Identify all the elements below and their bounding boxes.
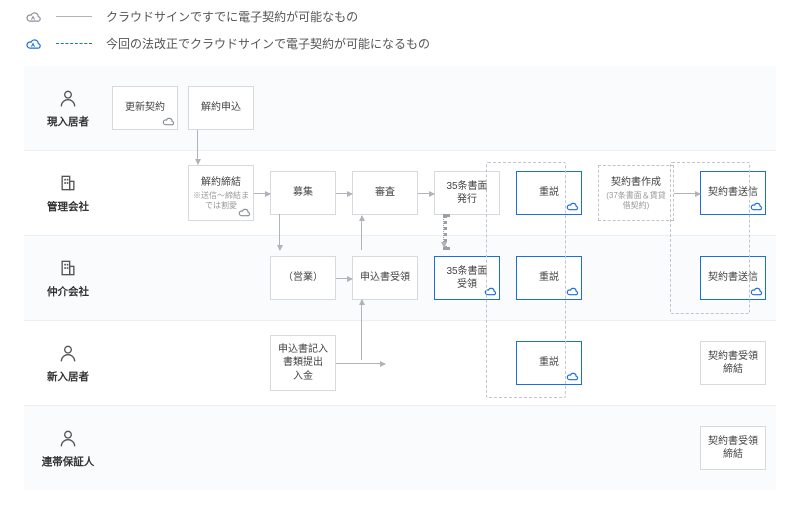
node-app-entry: 申込書記入 書類提出 入金 bbox=[270, 335, 336, 391]
person-icon bbox=[58, 428, 78, 448]
role-new-resident: 新入居者 bbox=[24, 343, 112, 384]
cloud-sign-icon-gray bbox=[237, 207, 251, 218]
node-art35-issue: 35条書面 発行 bbox=[434, 171, 500, 215]
cloud-sign-icon-blue bbox=[565, 286, 579, 297]
legend: クラウドサインですでに電子契約が可能なもの 今回の法改正でクラウドサインで電子契… bbox=[0, 0, 800, 66]
cloud-sign-icon-blue bbox=[749, 286, 763, 297]
row-new-resident: 新入居者 申込書記入 書類提出 入金 重説 契約書受領 締結 bbox=[24, 320, 776, 405]
node-cancel-conclude: 解約締結 ※送信〜締結までは割愛 bbox=[188, 165, 254, 221]
node-sales: （営業） bbox=[270, 256, 336, 300]
role-current-resident-label: 現入居者 bbox=[47, 114, 89, 129]
row-brokerage-company: 仲介会社 （営業） 申込書受領 35条書面 受領 重説 契約書送信 bbox=[24, 235, 776, 320]
role-brokerage-label: 仲介会社 bbox=[47, 284, 89, 299]
node-art35-receive: 35条書面 受領 bbox=[434, 256, 500, 300]
cloud-sign-icon-blue bbox=[565, 371, 579, 382]
cloud-sign-icon-blue bbox=[483, 286, 497, 297]
building-icon bbox=[58, 258, 78, 278]
node-recruit: 募集 bbox=[270, 171, 336, 215]
legend-gray-label: クラウドサインですでに電子契約が可能なもの bbox=[106, 8, 358, 25]
role-management-company: 管理会社 bbox=[24, 173, 112, 214]
node-contract-create: 契約書作成 (37条書面＆賃貸借契約) bbox=[598, 165, 674, 221]
cloud-sign-icon-gray bbox=[161, 116, 175, 127]
cloud-sign-icon-blue bbox=[24, 37, 42, 51]
arrow bbox=[674, 193, 700, 194]
node-juusetsu-new: 重説 bbox=[516, 341, 582, 385]
legend-row-blue: 今回の法改正でクラウドサインで電子契約が可能になるもの bbox=[24, 35, 776, 52]
cloud-sign-icon-blue bbox=[749, 201, 763, 212]
role-current-resident: 現入居者 bbox=[24, 88, 112, 129]
person-icon bbox=[58, 343, 78, 363]
building-icon bbox=[58, 173, 78, 193]
role-guarantor-label: 連帯保証人 bbox=[42, 454, 95, 469]
arrow bbox=[336, 363, 385, 364]
node-app-receipt: 申込書受領 bbox=[352, 256, 418, 300]
row-current-resident: 現入居者 更新契約 解約申込 bbox=[24, 66, 776, 150]
role-management-label: 管理会社 bbox=[47, 199, 89, 214]
legend-line-gray bbox=[56, 16, 92, 17]
arrow bbox=[336, 193, 352, 194]
node-contract-send-broker: 契約書送信 bbox=[700, 256, 766, 300]
arrow bbox=[336, 278, 352, 279]
role-brokerage: 仲介会社 bbox=[24, 258, 112, 299]
role-new-resident-label: 新入居者 bbox=[47, 369, 89, 384]
cloud-sign-icon-blue bbox=[565, 201, 579, 212]
person-icon bbox=[58, 88, 78, 108]
flow-diagram: 現入居者 更新契約 解約申込 管理会社 解約締結 ※送信〜締結までは割愛 bbox=[0, 66, 800, 498]
legend-blue-label: 今回の法改正でクラウドサインで電子契約が可能になるもの bbox=[106, 35, 430, 52]
node-contract-recv-new: 契約書受領 締結 bbox=[700, 341, 766, 385]
row-guarantor: 連帯保証人 契約書受領 締結 bbox=[24, 405, 776, 490]
node-review: 審査 bbox=[352, 171, 418, 215]
arrow bbox=[418, 193, 434, 194]
arrow bbox=[254, 193, 270, 194]
node-juusetsu-broker: 重説 bbox=[516, 256, 582, 300]
node-contract-send-mgmt: 契約書送信 bbox=[700, 171, 766, 215]
node-juusetsu-mgmt: 重説 bbox=[516, 171, 582, 215]
row-management-company: 管理会社 解約締結 ※送信〜締結までは割愛 募集 審査 35条書面 発行 重説 bbox=[24, 150, 776, 235]
cloud-sign-icon-gray bbox=[24, 10, 42, 24]
legend-line-blue bbox=[56, 43, 92, 44]
role-guarantor: 連帯保証人 bbox=[24, 428, 112, 469]
node-contract-recv-guarantor: 契約書受領 締結 bbox=[700, 426, 766, 470]
node-renewal-contract: 更新契約 bbox=[112, 86, 178, 130]
legend-row-gray: クラウドサインですでに電子契約が可能なもの bbox=[24, 8, 776, 25]
node-cancel-apply: 解約申込 bbox=[188, 86, 254, 130]
